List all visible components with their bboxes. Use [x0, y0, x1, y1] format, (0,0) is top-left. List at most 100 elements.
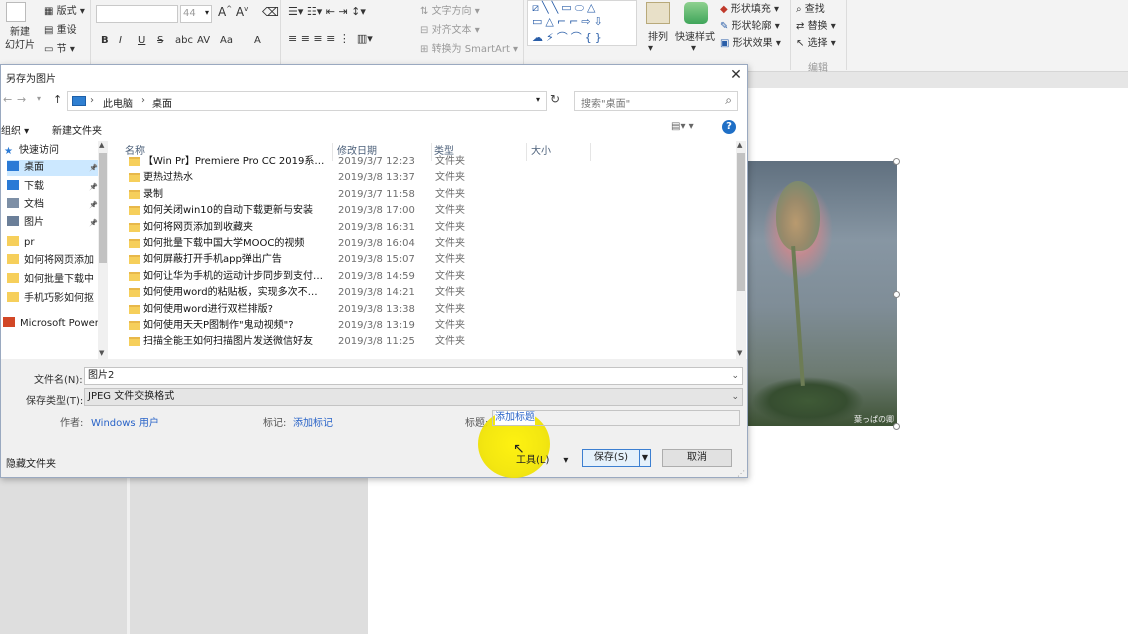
file-name: 如何让华为手机的运动计步同步到支付宝... — [143, 270, 327, 282]
pin-icon[interactable]: 📌 — [89, 215, 98, 231]
resize-handle-r[interactable] — [893, 291, 900, 298]
section-button[interactable]: ▭ 节 ▾ — [44, 40, 75, 55]
font-format-button[interactable]: AV — [197, 35, 210, 46]
file-type: 文件夹 — [435, 172, 465, 184]
author-value[interactable]: Windows 用户 — [91, 414, 159, 429]
file-row[interactable]: 【Win Pr】Premiere Pro CC 2019系统... 2019/3/… — [113, 154, 733, 170]
nav-scroll-thumb[interactable] — [99, 153, 107, 263]
save-type-select[interactable]: JPEG 文件交换格式 ⌄ — [84, 388, 743, 406]
nav-item[interactable]: 如何批量下载中 — [7, 272, 107, 288]
font-format-button[interactable]: Aa — [220, 35, 233, 46]
layout-button[interactable]: ▦ 版式 ▾ — [44, 2, 85, 17]
font-name-combo[interactable] — [96, 5, 178, 23]
file-row[interactable]: 更热过热水 2019/3/8 13:37 文件夹 — [113, 170, 733, 186]
file-row[interactable]: 录制 2019/3/7 11:58 文件夹 — [113, 187, 733, 203]
scroll-down-icon[interactable]: ▼ — [99, 349, 104, 357]
font-format-button[interactable]: B — [101, 35, 109, 46]
resize-handle-tr[interactable] — [893, 158, 900, 165]
arrange-button[interactable]: 排列 ▾ — [648, 28, 668, 54]
slide-picture[interactable]: 葉っぱの卿 — [748, 161, 897, 426]
file-row[interactable]: 如何使用word进行双栏排版? 2019/3/8 13:38 文件夹 — [113, 302, 733, 318]
file-row[interactable]: 如何使用天天P图制作"鬼动视频"? 2019/3/8 13:19 文件夹 — [113, 318, 733, 334]
shape-effects-button[interactable]: ▣ 形状效果 ▾ — [720, 34, 781, 49]
nav-item[interactable]: Microsoft Power — [3, 316, 103, 332]
close-icon[interactable]: ✕ — [728, 67, 744, 83]
shapes-gallery[interactable]: ⧄╲╲▭⬭△ ▭△⌐⌐⇨⇩ ☁⚡⌒⌒{} — [527, 0, 637, 46]
replace-button[interactable]: ⇄ 替换 ▾ — [796, 17, 836, 32]
resize-grip-icon[interactable]: ⋰ — [737, 469, 745, 478]
new-folder-button[interactable]: 新建文件夹 — [52, 122, 102, 137]
quick-styles-icon[interactable] — [684, 2, 708, 24]
file-row[interactable]: 如何使用word的粘贴板，实现多次不同... 2019/3/8 14:21 文件夹 — [113, 285, 733, 301]
forward-arrow-icon[interactable]: → — [17, 93, 26, 106]
clear-format-icon[interactable]: ⌫ — [262, 5, 279, 19]
file-row[interactable]: 扫描全能王如何扫描图片发送微信好友 2019/3/8 11:25 文件夹 — [113, 334, 733, 350]
font-size-combo[interactable]: 44 ▾ — [180, 5, 212, 23]
grow-font-icon[interactable]: A^ Av — [218, 5, 248, 19]
help-icon[interactable]: ? — [722, 120, 736, 134]
back-arrow-icon[interactable]: ← — [3, 93, 12, 106]
find-button[interactable]: ⌕ 查找 — [796, 0, 825, 15]
cancel-button[interactable]: 取消 — [662, 449, 732, 467]
select-button[interactable]: ↖ 选择 ▾ — [796, 34, 836, 49]
shape-fill-button[interactable]: ◆ 形状填充 ▾ — [720, 0, 779, 15]
up-arrow-icon[interactable]: ↑ — [53, 93, 62, 106]
file-row[interactable]: 如何屏蔽打开手机app弹出广告 2019/3/8 15:07 文件夹 — [113, 252, 733, 268]
breadcrumb-this-pc[interactable]: 此电脑 — [103, 95, 133, 110]
font-format-button[interactable]: A — [254, 35, 261, 46]
refresh-icon[interactable]: ↻ — [550, 92, 560, 106]
scroll-down-icon[interactable]: ▼ — [737, 349, 742, 357]
recent-chevron-icon[interactable]: ▾ — [37, 94, 41, 103]
pin-icon[interactable]: 📌 — [89, 160, 98, 176]
pin-icon[interactable]: 📌 — [89, 197, 98, 213]
pin-icon[interactable]: 📌 — [89, 179, 98, 195]
align-text-button[interactable]: ⊟ 对齐文本 ▾ — [420, 21, 480, 36]
nav-item[interactable]: 手机巧影如何抠 — [7, 291, 107, 307]
nav-item[interactable]: 桌面 📌 — [7, 160, 101, 176]
resize-handle-br[interactable] — [893, 423, 900, 430]
hide-folders-toggle[interactable]: 隐藏文件夹 — [6, 455, 56, 470]
scroll-up-icon[interactable]: ▲ — [99, 141, 104, 149]
organize-button[interactable]: 组织 ▾ — [1, 122, 29, 137]
address-bar[interactable]: › 此电脑 › 桌面 ▾ — [67, 91, 547, 111]
nav-item[interactable]: ★ 快速访问 — [4, 143, 104, 159]
view-options-icon[interactable]: ▤▾ ▾ — [671, 121, 694, 132]
text-direction-button[interactable]: ⇅ 文字方向 ▾ — [420, 2, 480, 17]
font-format-button[interactable]: U — [138, 35, 145, 46]
quick-styles-button[interactable]: 快速样式 ▾ — [675, 28, 715, 54]
font-format-button[interactable]: abc — [175, 35, 193, 46]
file-scrollbar[interactable]: ▲ ▼ — [736, 141, 746, 359]
desktop-icon — [7, 161, 19, 171]
file-row[interactable]: 如何关闭win10的自动下载更新与安装 2019/3/8 17:00 文件夹 — [113, 203, 733, 219]
address-dropdown-icon[interactable]: ▾ — [536, 95, 540, 104]
save-button[interactable]: 保存(S) — [582, 449, 640, 467]
file-row[interactable]: 如何批量下载中国大学MOOC的视频 2019/3/8 16:04 文件夹 — [113, 236, 733, 252]
nav-item[interactable]: 如何将网页添加 — [7, 253, 107, 269]
file-scroll-thumb[interactable] — [737, 153, 745, 291]
bullets-icon[interactable]: ☰▾ ☷▾ ⇤ ⇥ ↕▾ — [288, 5, 366, 18]
file-row[interactable]: 如何将网页添加到收藏夹 2019/3/8 16:31 文件夹 — [113, 220, 733, 236]
nav-item[interactable]: 图片 📌 — [7, 215, 107, 231]
nav-item[interactable]: 下载 📌 — [7, 179, 107, 195]
new-slide-icon[interactable] — [6, 2, 26, 22]
breadcrumb-desktop[interactable]: 桌面 — [152, 95, 172, 110]
new-slide-button[interactable]: 新建 幻灯片 — [2, 26, 38, 52]
nav-item[interactable]: pr — [7, 235, 107, 251]
filename-input[interactable]: 图片2 ⌄ — [84, 367, 743, 385]
font-format-button[interactable]: S — [157, 35, 163, 46]
scroll-up-icon[interactable]: ▲ — [737, 141, 742, 149]
search-field[interactable]: 搜索"桌面" ⌕ — [574, 91, 738, 111]
font-format-button[interactable]: I — [119, 35, 122, 46]
tags-value[interactable]: 添加标记 — [293, 414, 333, 429]
nav-scrollbar[interactable]: ▲ ▼ — [98, 141, 108, 359]
title-input[interactable]: 添加标题 — [492, 410, 740, 426]
tools-button[interactable]: 工具(L) ▾ — [516, 451, 568, 466]
save-dropdown-icon[interactable]: ▼ — [639, 449, 651, 467]
nav-item[interactable]: 文档 📌 — [7, 197, 107, 213]
file-row[interactable]: 如何让华为手机的运动计步同步到支付宝... 2019/3/8 14:59 文件夹 — [113, 269, 733, 285]
reset-button[interactable]: ▤ 重设 — [44, 21, 77, 36]
convert-smartart-button[interactable]: ⊞ 转换为 SmartArt ▾ — [420, 40, 518, 55]
shape-outline-button[interactable]: ✎ 形状轮廓 ▾ — [720, 17, 780, 32]
arrange-icon[interactable] — [646, 2, 670, 24]
align-icons[interactable]: ≡ ≡ ≡ ≡ ⋮ ▥▾ — [288, 32, 373, 45]
